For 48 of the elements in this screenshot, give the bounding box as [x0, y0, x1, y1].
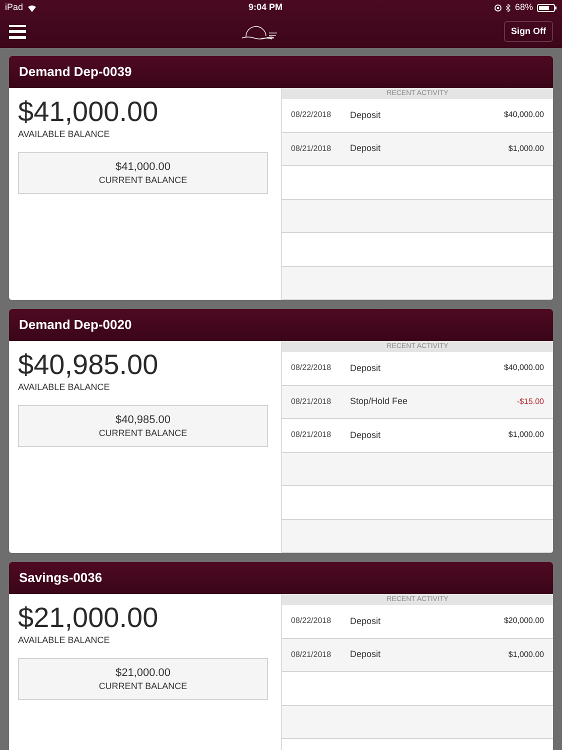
current-balance-label: CURRENT BALANCE	[98, 427, 188, 439]
activity-date: 08/22/2018	[291, 362, 332, 374]
activity-description: Deposit	[350, 428, 382, 442]
current-balance: $40,985.00	[115, 413, 171, 427]
lock-rotation-icon	[494, 4, 502, 12]
status-time: 9:04 PM	[248, 0, 282, 14]
available-balance: $41,000.00	[18, 96, 160, 128]
activity-amount: $1,000.00	[508, 429, 544, 442]
activity-description: Deposit	[350, 614, 382, 628]
activity-row[interactable]: 08/21/2018 Deposit $1,000.00	[282, 638, 553, 672]
activity-amount: $20,000.00	[504, 615, 544, 628]
activity-date: 08/21/2018	[291, 396, 332, 408]
activity-description: Deposit	[350, 362, 382, 375]
activity-amount: $40,000.00	[504, 109, 544, 122]
available-balance: $21,000.00	[18, 602, 160, 634]
device-name: iPad	[5, 0, 24, 14]
current-balance-label: CURRENT BALANCE	[98, 680, 188, 692]
wifi-icon	[27, 4, 38, 12]
activity-description: Stop/Hold Fee	[350, 395, 409, 408]
account-name: Demand Dep-0020	[19, 316, 132, 334]
activity-row[interactable]: 08/21/2018 Stop/Hold Fee -$15.00	[282, 386, 553, 419]
sign-off-button[interactable]: Sign Off	[504, 21, 553, 42]
current-balance-label: CURRENT BALANCE	[98, 174, 188, 186]
activity-amount: $40,000.00	[504, 362, 544, 374]
available-balance-label: AVAILABLE BALANCE	[18, 381, 111, 393]
activity-date: 08/22/2018	[291, 109, 332, 122]
account-name: Savings-0036	[19, 569, 102, 588]
menu-button[interactable]	[9, 24, 26, 38]
battery-icon	[536, 4, 557, 12]
activity-description: Deposit	[350, 648, 382, 661]
activity-date: 08/22/2018	[291, 615, 332, 628]
activity-amount: -$15.00	[516, 396, 544, 408]
available-balance-label: AVAILABLE BALANCE	[18, 634, 111, 646]
current-balance: $41,000.00	[115, 160, 171, 174]
available-balance-label: AVAILABLE BALANCE	[18, 128, 111, 140]
available-balance: $40,985.00	[18, 349, 160, 381]
activity-date: 08/21/2018	[291, 142, 332, 155]
activity-date: 08/21/2018	[291, 429, 332, 442]
activity-description: Deposit	[350, 108, 382, 122]
current-balance: $21,000.00	[115, 666, 171, 680]
battery-percent: 68%	[514, 0, 533, 14]
activity-row[interactable]: 08/21/2018 Deposit $1,000.00	[282, 132, 553, 166]
activity-description: Deposit	[350, 142, 382, 155]
account-name: Demand Dep-0039	[19, 63, 132, 82]
activity-date: 08/21/2018	[291, 648, 332, 661]
bluetooth-icon	[506, 4, 511, 12]
activity-amount: $1,000.00	[508, 648, 544, 661]
activity-amount: $1,000.00	[508, 142, 544, 155]
